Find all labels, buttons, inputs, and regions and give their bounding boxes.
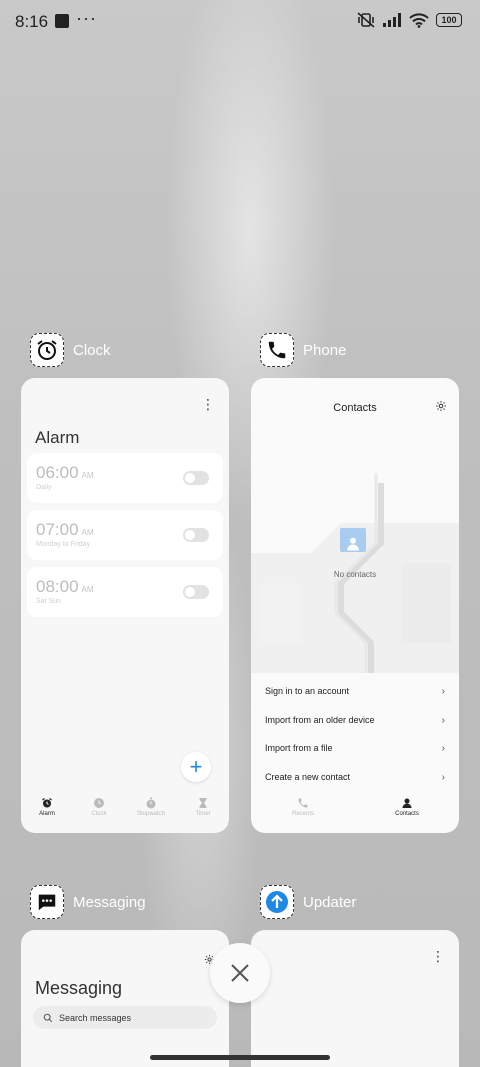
chevron-right-icon: ›	[441, 743, 445, 754]
screen-title: Messaging	[35, 978, 123, 998]
action-sign-in: Sign in to an account ›	[265, 686, 445, 697]
hourglass-icon	[199, 798, 207, 808]
app-label-updater[interactable]: Updater	[260, 885, 356, 919]
tab-label: Contacts	[395, 811, 419, 817]
tab-timer: Timer	[177, 797, 229, 827]
tab-label: Recents	[291, 811, 314, 817]
app-label-messaging[interactable]: Messaging	[30, 885, 146, 919]
alarm-toggle	[183, 528, 209, 542]
clock-bottom-nav: Alarm Clock Stopwatch Timer	[21, 797, 229, 827]
phone-icon	[298, 798, 308, 808]
vibrate-icon	[357, 12, 375, 28]
screen-title: Alarm	[35, 428, 80, 447]
clear-all-button[interactable]	[210, 943, 270, 1003]
tab-clock: Clock	[73, 797, 125, 827]
signal-icon	[383, 13, 401, 27]
app-name: Messaging	[73, 893, 146, 911]
alarm-repeat: Daily	[36, 484, 52, 491]
action-label: Sign in to an account	[265, 686, 350, 696]
battery-icon: 100	[436, 13, 462, 27]
action-import-device: Import from an older device ›	[265, 715, 445, 726]
more-notifications-icon: ···	[76, 8, 97, 28]
alarm-toggle	[183, 471, 209, 485]
more-options-icon: ⋮	[431, 948, 445, 964]
alarm-ampm: AM	[81, 528, 94, 537]
alarm-icon	[42, 798, 52, 808]
alarm-clock-icon	[30, 333, 64, 367]
app-name: Updater	[303, 893, 357, 911]
add-alarm-button: +	[181, 752, 211, 782]
action-import-file: Import from a file ›	[265, 743, 445, 754]
recent-card-clock[interactable]: ⋮ Alarm 06:00 AM Daily 07:00 AM Monday to …	[21, 378, 229, 833]
settings-gear-icon	[436, 401, 446, 411]
action-label: Import from a file	[265, 743, 333, 753]
chevron-right-icon: ›	[441, 715, 445, 726]
tab-contacts: Contacts	[355, 797, 459, 827]
alarm-time: 06:00	[36, 463, 79, 482]
alarm-item: 06:00 AM Daily	[27, 453, 223, 503]
updater-app-icon	[260, 885, 294, 919]
action-label: Import from an older device	[265, 715, 375, 725]
tab-label: Clock	[91, 811, 107, 817]
recent-card-messaging[interactable]: Messaging Search messages	[21, 930, 229, 1067]
action-label: Create a new contact	[265, 772, 351, 782]
phone-app-icon	[260, 333, 294, 367]
chevron-right-icon: ›	[441, 772, 445, 783]
alarm-repeat: Monday to Friday	[36, 541, 91, 548]
action-create-contact: Create a new contact ›	[265, 772, 445, 783]
stopwatch-icon	[146, 797, 156, 809]
alarm-item: 07:00 AM Monday to Friday	[27, 510, 223, 560]
recent-card-phone[interactable]: Contacts No contacts Sign in to an accou…	[251, 378, 459, 833]
person-icon	[402, 798, 412, 808]
status-icons: 100	[357, 12, 462, 28]
tab-label: Stopwatch	[136, 811, 166, 817]
status-time: 8:16	[15, 12, 49, 31]
contact-avatar-icon	[340, 528, 366, 552]
tab-label: Alarm	[39, 811, 55, 817]
alarm-time: 07:00	[36, 520, 79, 539]
wifi-icon	[409, 12, 429, 28]
empty-state-label: No contacts	[333, 570, 377, 579]
alarm-toggle	[183, 585, 209, 599]
home-gesture-bar[interactable]	[150, 1055, 330, 1060]
close-icon	[231, 964, 249, 982]
tab-stopwatch: Stopwatch	[125, 797, 177, 827]
app-name: Phone	[303, 341, 347, 359]
tab-alarm: Alarm	[21, 797, 73, 827]
app-name: Clock	[73, 341, 111, 359]
alarm-repeat: Sat Sun	[36, 598, 61, 605]
search-placeholder: Search messages	[59, 1012, 132, 1023]
alarm-item: 08:00 AM Sat Sun	[27, 567, 223, 617]
status-bar: 8:16 ··· 100	[0, 0, 480, 44]
search-icon	[43, 1013, 53, 1022]
notification-icon	[55, 14, 69, 28]
messaging-app-icon	[30, 885, 64, 919]
tab-recents: Recents	[251, 797, 355, 827]
recent-card-updater[interactable]: ⋮	[251, 930, 459, 1067]
alarm-ampm: AM	[81, 471, 94, 480]
clock-icon	[94, 798, 104, 808]
alarm-ampm: AM	[81, 585, 94, 594]
chevron-right-icon: ›	[441, 686, 445, 697]
alarm-time: 08:00	[36, 577, 79, 596]
app-label-phone[interactable]: Phone	[260, 333, 346, 367]
screen-title: Contacts	[333, 402, 377, 414]
phone-bottom-nav: Recents Contacts	[251, 797, 459, 827]
search-bar: Search messages	[33, 1006, 217, 1029]
app-label-clock[interactable]: Clock	[30, 333, 111, 367]
more-options-icon: ⋮	[201, 396, 215, 412]
tab-label: Timer	[195, 811, 211, 817]
